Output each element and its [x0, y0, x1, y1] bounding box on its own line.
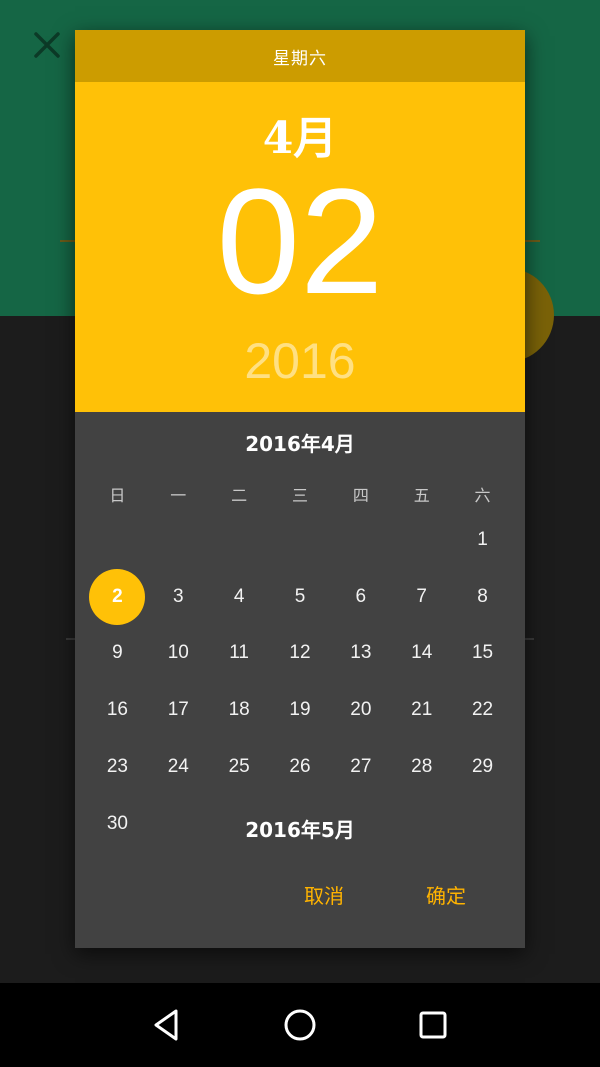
calendar-day[interactable]: 6	[333, 569, 389, 625]
calendar-day[interactable]: 9	[89, 625, 145, 681]
calendar-day[interactable]: 21	[394, 682, 450, 738]
calendar-day[interactable]: 16	[89, 682, 145, 738]
calendar-day[interactable]: 29	[455, 739, 511, 795]
calendar-day[interactable]: 19	[272, 682, 328, 738]
calendar-day[interactable]: 22	[455, 682, 511, 738]
calendar-day[interactable]: 20	[333, 682, 389, 738]
header-day[interactable]: 02	[75, 154, 525, 329]
calendar-day[interactable]: 1	[455, 512, 511, 568]
weekday-label: 二	[231, 486, 248, 505]
calendar-day[interactable]: 3	[150, 569, 206, 625]
home-icon[interactable]	[280, 1005, 320, 1045]
current-month-title: 2016年4月	[245, 432, 355, 456]
weekday-header-row: 日一二三四五六	[87, 482, 513, 506]
weekday-label: 三	[291, 486, 308, 505]
calendar-grid: 1 2 3 4 5 6 7 8 9 10 11 12 13 14 15 16 17 18 19 20 21 22 23 24 2…	[87, 512, 513, 834]
date-picker-dialog: 星期六 4月 02 2016 2016年4月 日一二三四五六 123456789…	[75, 30, 525, 948]
calendar-day[interactable]: 23	[89, 739, 145, 795]
weekday-label: 日	[109, 486, 126, 505]
calendar-day-selected[interactable]: 2	[89, 568, 146, 625]
calendar-day[interactable]: 14	[394, 625, 450, 681]
recents-icon[interactable]	[413, 1005, 453, 1045]
next-month-title: 2016年5月	[245, 818, 355, 842]
calendar-day[interactable]: 8	[455, 569, 511, 625]
weekday-label: 六	[474, 486, 491, 505]
weekday-label: 四	[352, 486, 369, 505]
cancel-button[interactable]: 取消	[281, 874, 367, 914]
header-year[interactable]: 2016	[75, 332, 525, 390]
calendar-day[interactable]: 7	[394, 569, 450, 625]
calendar-day[interactable]: 28	[394, 739, 450, 795]
calendar-day[interactable]: 5	[272, 569, 328, 625]
calendar-day[interactable]: 13	[333, 625, 389, 681]
calendar-day[interactable]: 10	[150, 625, 206, 681]
calendar-day[interactable]: 11	[211, 625, 267, 681]
calendar-day[interactable]: 27	[333, 739, 389, 795]
date-header: 4月 02 2016	[75, 82, 525, 412]
calendar-day[interactable]: 26	[272, 739, 328, 795]
day-of-week-label: 星期六	[75, 30, 525, 82]
calendar-day[interactable]: 12	[272, 625, 328, 681]
close-icon	[34, 32, 60, 58]
calendar-day[interactable]: 24	[150, 739, 206, 795]
weekday-label: 一	[170, 486, 187, 505]
calendar-day[interactable]: 17	[150, 682, 206, 738]
weekday-label: 五	[413, 486, 430, 505]
back-icon[interactable]	[146, 1005, 186, 1045]
calendar-day[interactable]: 18	[211, 682, 267, 738]
calendar-day[interactable]: 25	[211, 739, 267, 795]
calendar-day[interactable]: 4	[211, 569, 267, 625]
calendar-day[interactable]: 15	[455, 625, 511, 681]
navigation-bar	[0, 983, 600, 1067]
ok-button[interactable]: 确定	[403, 874, 489, 914]
